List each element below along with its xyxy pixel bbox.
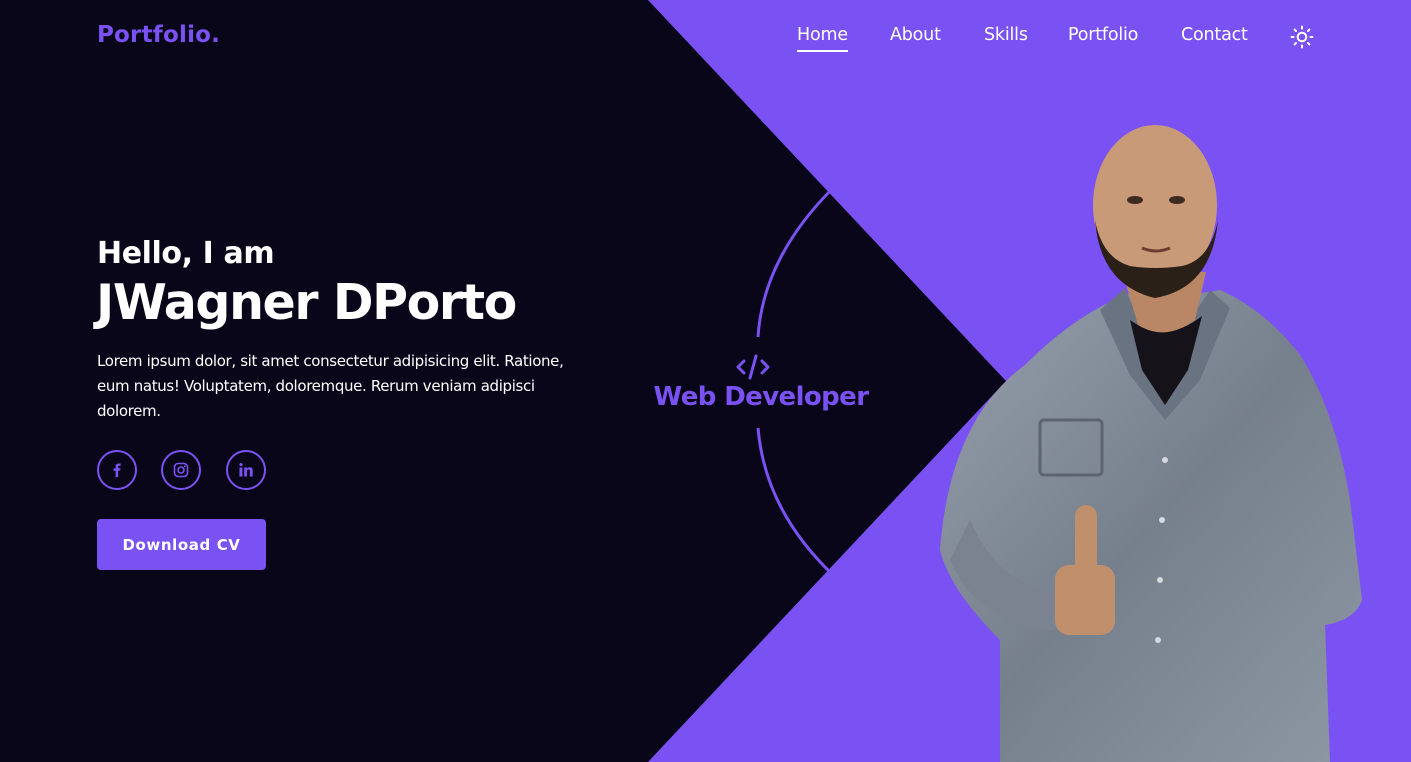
theme-toggle-button[interactable] <box>1290 25 1314 49</box>
linkedin-icon <box>239 463 253 477</box>
instagram-icon <box>173 462 189 478</box>
sun-icon <box>1290 25 1314 49</box>
nav-skills[interactable]: Skills <box>984 25 1028 45</box>
download-cv-button[interactable]: Download CV <box>97 519 266 570</box>
role-title: Web Developer <box>653 382 869 412</box>
nav-contact[interactable]: Contact <box>1181 25 1248 45</box>
nav-about[interactable]: About <box>890 25 941 45</box>
facebook-icon <box>113 463 121 477</box>
nav-portfolio[interactable]: Portfolio <box>1068 25 1138 45</box>
facebook-link[interactable] <box>97 450 137 490</box>
nav-home[interactable]: Home <box>797 25 848 52</box>
hero-greeting: Hello, I am <box>97 236 275 271</box>
logo[interactable]: Portfolio. <box>97 22 220 48</box>
code-icon <box>736 354 770 380</box>
instagram-link[interactable] <box>161 450 201 490</box>
hero-name: JWagner DPorto <box>96 274 517 331</box>
profile-photo <box>940 125 1362 762</box>
linkedin-link[interactable] <box>226 450 266 490</box>
circle-arc-bottom <box>756 427 835 577</box>
circle-arc-top <box>756 186 835 338</box>
hero-description: Lorem ipsum dolor, sit amet consectetur … <box>97 352 564 420</box>
